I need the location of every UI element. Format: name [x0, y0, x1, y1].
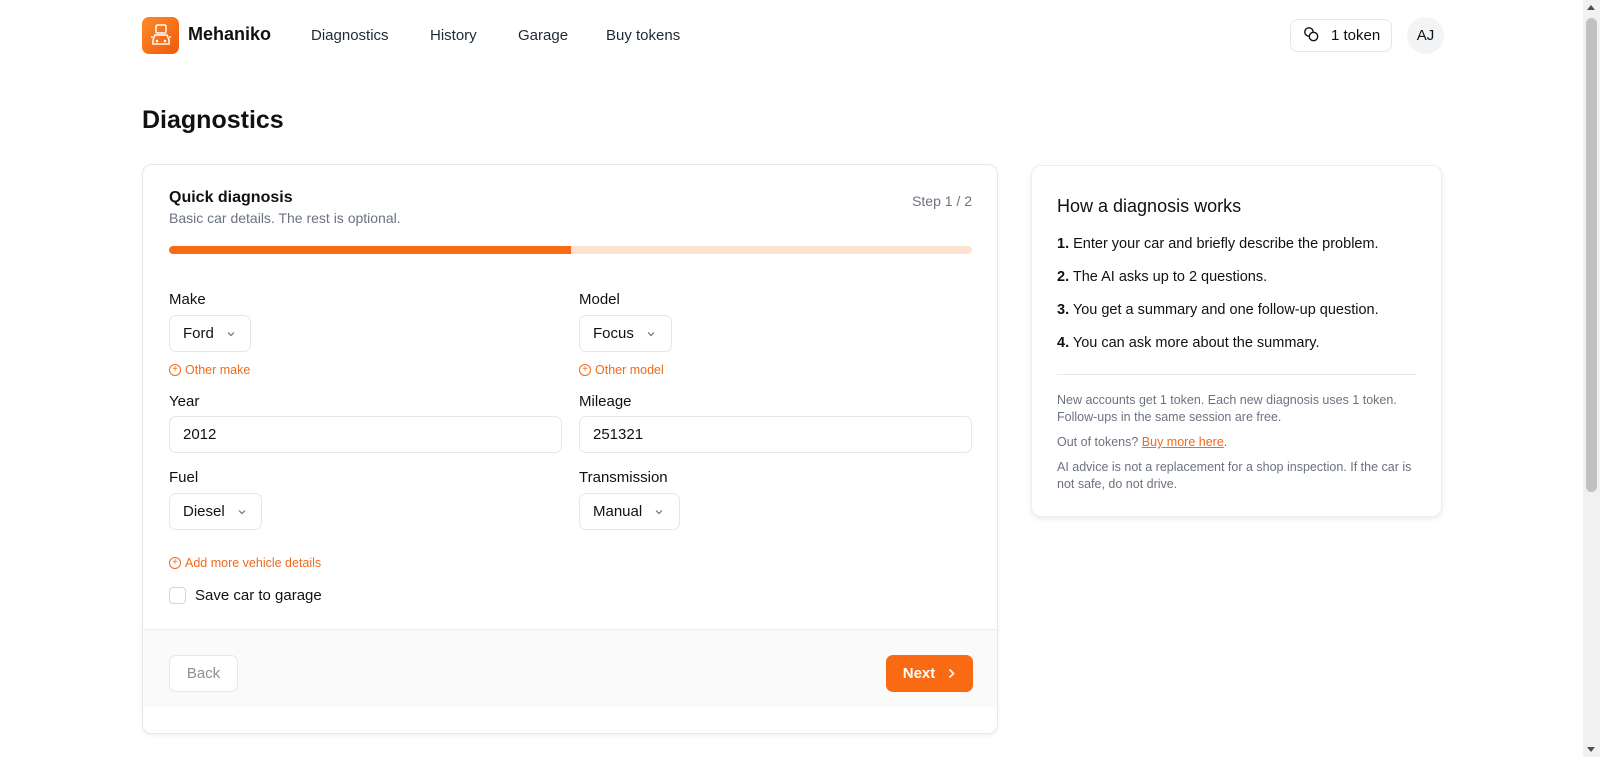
chevron-down-icon	[238, 509, 246, 514]
next-label: Next	[902, 665, 936, 682]
save-car-checkbox[interactable]	[169, 587, 186, 604]
make-label: Make	[169, 291, 206, 308]
disclaimer-note: AI advice is not a replacement for a sho…	[1057, 460, 1412, 491]
step-indicator: Step 1 / 2	[912, 193, 972, 209]
out-of-tokens-suffix: .	[1223, 435, 1228, 449]
other-make-link[interactable]: + Other make	[169, 363, 250, 377]
year-label: Year	[169, 393, 200, 410]
fuel-select[interactable]: Diesel	[169, 493, 262, 530]
mileage-label: Mileage	[579, 393, 632, 410]
info-step: 4. You can ask more about the summary.	[1057, 335, 1320, 351]
page-scrollbar[interactable]	[1583, 0, 1600, 757]
info-step-number: 1.	[1057, 236, 1070, 252]
nav-diagnostics[interactable]: Diagnostics	[311, 27, 389, 44]
chevron-right-icon	[949, 668, 955, 679]
other-make-label: Other make	[185, 363, 251, 377]
scroll-down-icon[interactable]	[1587, 747, 1595, 752]
add-vehicle-details-link[interactable]: + Add more vehicle details	[169, 556, 321, 570]
buy-more-link[interactable]: Buy more here	[1142, 435, 1224, 449]
scroll-thumb[interactable]	[1586, 18, 1597, 492]
other-model-label: Other model	[595, 363, 664, 377]
quick-diagnosis-card: Quick diagnosis Basic car details. The r…	[142, 164, 998, 734]
transmission-value: Manual	[593, 503, 643, 520]
info-step-number: 4.	[1057, 335, 1070, 351]
user-avatar[interactable]: AJ	[1407, 17, 1444, 54]
make-value: Ford	[183, 325, 214, 342]
divider	[1057, 374, 1417, 375]
brand-name[interactable]: Mehaniko	[188, 24, 271, 45]
info-step: 2. The AI asks up to 2 questions.	[1057, 269, 1267, 285]
transmission-label: Transmission	[579, 469, 668, 486]
model-select[interactable]: Focus	[579, 315, 672, 352]
out-of-tokens-note: Out of tokens? Buy more here.	[1057, 434, 1417, 451]
chevron-down-icon	[655, 509, 663, 514]
info-step: 1. Enter your car and briefly describe t…	[1057, 236, 1379, 252]
nav-buy-tokens[interactable]: Buy tokens	[606, 27, 680, 44]
car-icon[interactable]	[142, 17, 179, 54]
transmission-select[interactable]: Manual	[579, 493, 680, 530]
token-balance-button[interactable]: 1 token	[1290, 19, 1392, 52]
plus-circle-icon: +	[169, 557, 181, 569]
chevron-down-icon	[227, 331, 235, 336]
info-step-text: You get a summary and one follow-up ques…	[1072, 302, 1379, 318]
mileage-input[interactable]	[579, 416, 972, 453]
card-title: Quick diagnosis	[169, 189, 293, 206]
info-step: 3. You get a summary and one follow-up q…	[1057, 302, 1379, 318]
how-it-works-card: How a diagnosis works 1. Enter your car …	[1031, 165, 1442, 517]
info-step-number: 3.	[1057, 302, 1070, 318]
model-label: Model	[579, 291, 620, 308]
progress-fill	[169, 246, 571, 254]
other-model-link[interactable]: + Other model	[579, 363, 664, 377]
card-subtitle: Basic car details. The rest is optional.	[169, 210, 401, 226]
top-header: Mehaniko Diagnostics History Garage Buy …	[0, 0, 1583, 72]
back-button[interactable]: Back	[169, 655, 238, 692]
add-vehicle-details-label: Add more vehicle details	[185, 556, 322, 570]
out-of-tokens-text: Out of tokens?	[1057, 435, 1139, 449]
fuel-value: Diesel	[183, 503, 225, 520]
model-value: Focus	[593, 325, 634, 342]
year-input[interactable]	[169, 416, 562, 453]
scroll-up-icon[interactable]	[1587, 5, 1595, 10]
fuel-label: Fuel	[169, 469, 199, 486]
save-car-toggle[interactable]: Save car to garage	[169, 587, 322, 604]
chevron-down-icon	[647, 331, 655, 336]
nav-history[interactable]: History	[430, 27, 477, 44]
plus-circle-icon: +	[579, 364, 591, 376]
token-count: 1 token	[1331, 27, 1381, 44]
info-step-text: Enter your car and briefly describe the …	[1073, 236, 1379, 252]
progress-bar	[169, 246, 972, 254]
info-step-number: 2.	[1057, 269, 1070, 285]
coins-icon	[1303, 26, 1319, 46]
save-car-label: Save car to garage	[195, 587, 322, 604]
info-step-text: You can ask more about the summary.	[1072, 335, 1320, 351]
next-button[interactable]: Next	[886, 655, 973, 692]
info-step-text: The AI asks up to 2 questions.	[1072, 269, 1268, 285]
token-policy-note: New accounts get 1 token. Each new diagn…	[1057, 393, 1397, 424]
card-footer-bottom	[143, 707, 997, 733]
info-title: How a diagnosis works	[1057, 196, 1242, 216]
make-select[interactable]: Ford	[169, 315, 251, 352]
page-title: Diagnostics	[142, 106, 284, 134]
nav-garage[interactable]: Garage	[518, 27, 568, 44]
plus-circle-icon: +	[169, 364, 181, 376]
